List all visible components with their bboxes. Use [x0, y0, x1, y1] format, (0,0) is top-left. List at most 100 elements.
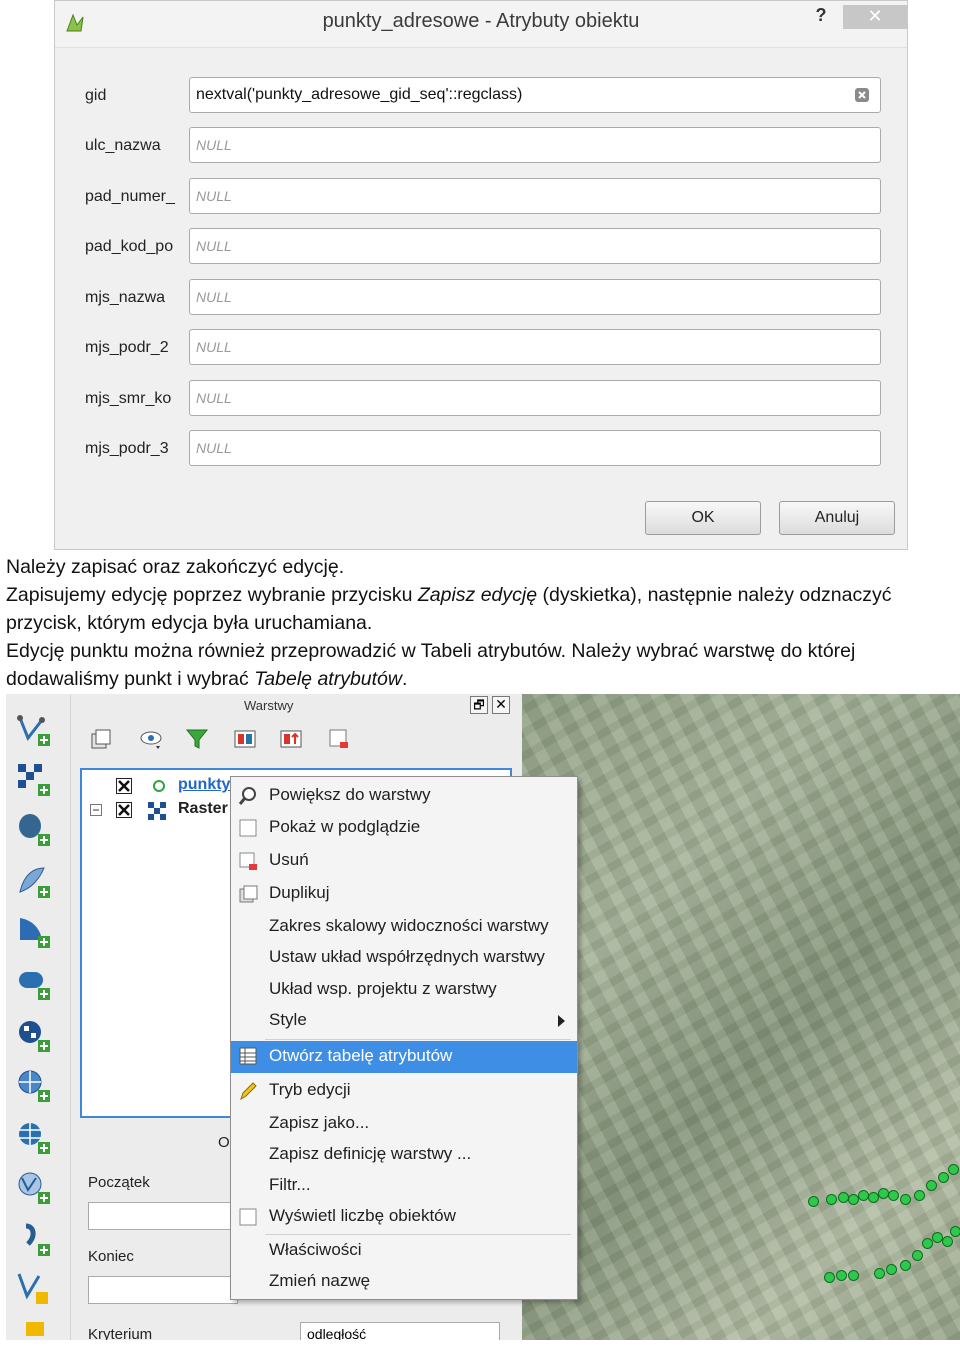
close-button[interactable]: ✕ [843, 5, 907, 29]
map-canvas[interactable] [522, 694, 960, 1340]
menu-separator [265, 1039, 571, 1040]
map-point [874, 1268, 885, 1279]
menu-item-set-layer-crs[interactable]: Ustaw układ współrzędnych warstwy [231, 943, 577, 973]
add-wcs-layer-icon[interactable] [16, 1068, 52, 1104]
new-spatialite-layer-icon[interactable] [16, 1318, 52, 1340]
menu-item-label: Właściwości [269, 1240, 362, 1259]
menu-separator [265, 1234, 571, 1235]
dialog-title: punkty_adresowe - Atrybuty obiektu [322, 10, 640, 32]
map-point [912, 1250, 923, 1261]
menu-item-style[interactable]: Style [231, 1006, 577, 1036]
cancel-button[interactable]: Anuluj [779, 501, 895, 535]
field-label-ulc_nazwa: ulc_nazwa [85, 137, 161, 154]
remove-layer-icon [239, 852, 257, 870]
add-postgis-layer-icon[interactable] [16, 812, 52, 848]
menu-item-label: Duplikuj [269, 883, 330, 902]
criterion-select[interactable]: odległość [300, 1322, 500, 1340]
field-label-pad_kod_po: pad_kod_po [85, 238, 174, 255]
add-delimited-text-layer-icon[interactable] [16, 1170, 52, 1206]
menu-item-save-layer-definition[interactable]: Zapisz definicję warstwy ... [231, 1140, 577, 1170]
map-point [938, 1172, 949, 1183]
add-group-icon[interactable] [88, 726, 114, 752]
manage-visibility-icon[interactable] [138, 726, 164, 752]
field-value-gid: nextval('punkty_adresowe_gid_seq'::regcl… [196, 86, 523, 103]
text-span: . [401, 668, 408, 690]
menu-item-label: Usuń [269, 850, 309, 869]
collapse-all-icon[interactable] [278, 726, 304, 752]
menu-item-properties[interactable]: Właściwości [231, 1236, 577, 1266]
layer-visibility-checkbox[interactable] [116, 802, 132, 818]
new-shapefile-layer-icon[interactable] [16, 1270, 52, 1306]
menu-item-remove[interactable]: Usuń [231, 846, 577, 876]
map-point [948, 1164, 959, 1175]
menu-item-toggle-editing[interactable]: Tryb edycji [231, 1076, 577, 1106]
checkbox-icon [239, 1208, 257, 1226]
field-input-ulc_nazwa[interactable]: NULL [189, 127, 881, 163]
menu-item-label: Powiększ do warstwy [269, 785, 431, 804]
menu-item-filter[interactable]: Filtr... [231, 1171, 577, 1201]
clear-icon[interactable] [854, 87, 870, 103]
expand-all-icon[interactable] [232, 726, 258, 752]
expand-collapse-icon[interactable] [90, 804, 102, 816]
end-input[interactable] [88, 1276, 238, 1304]
zoom-icon [238, 787, 256, 805]
paragraph-line-5: dodawaliśmy punkt i wybrać Tabelę atrybu… [6, 665, 407, 693]
add-raster-layer-icon[interactable] [16, 762, 52, 798]
menu-item-label: Filtr... [269, 1175, 311, 1194]
map-point [848, 1270, 859, 1281]
field-input-mjs_smr_ko[interactable]: NULL [189, 380, 881, 416]
layer-name: punkty [178, 776, 231, 793]
field-input-mjs_podr_3[interactable]: NULL [189, 430, 881, 466]
field-input-gid[interactable]: nextval('punkty_adresowe_gid_seq'::regcl… [189, 77, 881, 113]
map-point [942, 1236, 953, 1247]
add-wms-layer-icon[interactable] [16, 1018, 52, 1054]
text-span: (dyskietka), następnie należy odznaczyć [537, 584, 892, 606]
menu-item-rename[interactable]: Zmień nazwę [231, 1267, 577, 1297]
float-panel-button[interactable]: 🗗 [470, 696, 488, 714]
menu-item-label: Zapisz jako... [269, 1113, 370, 1132]
add-vector-layer-icon[interactable] [16, 712, 52, 748]
text-emphasis: Tabelę atrybutów [254, 668, 402, 690]
map-point [824, 1272, 835, 1283]
layer-visibility-checkbox[interactable] [116, 778, 132, 794]
checkbox-icon [239, 819, 257, 837]
point-layer-icon [153, 780, 165, 792]
close-panel-button[interactable]: ✕ [492, 696, 510, 714]
menu-item-label: Zapisz definicję warstwy ... [269, 1144, 472, 1163]
remove-layer-icon[interactable] [326, 726, 352, 752]
map-point [888, 1190, 899, 1201]
map-point [950, 1226, 960, 1237]
ok-button[interactable]: OK [645, 501, 761, 535]
paragraph-line-2: Zapisujemy edycję poprzez wybranie przyc… [6, 581, 892, 609]
menu-item-save-as[interactable]: Zapisz jako... [231, 1109, 577, 1139]
field-input-pad_kod_po[interactable]: NULL [189, 228, 881, 264]
pencil-icon [240, 1082, 257, 1101]
menu-item-scale-visibility[interactable]: Zakres skalowy widoczności warstwy [231, 912, 577, 942]
field-input-mjs_podr_2[interactable]: NULL [189, 329, 881, 365]
field-input-mjs_nazwa[interactable]: NULL [189, 279, 881, 315]
menu-item-label: Układ wsp. projektu z warstwy [269, 979, 497, 998]
menu-item-open-attribute-table[interactable]: Otwórz tabelę atrybutów [231, 1041, 577, 1073]
map-point [886, 1264, 897, 1275]
map-point [826, 1194, 837, 1205]
map-point [914, 1190, 925, 1201]
map-point [900, 1194, 911, 1205]
menu-item-label: Zmień nazwę [269, 1271, 371, 1290]
filter-legend-icon[interactable] [184, 726, 210, 752]
menu-item-label: Tryb edycji [269, 1080, 351, 1099]
menu-item-duplicate[interactable]: Duplikuj [231, 879, 577, 909]
add-mssql-layer-icon[interactable] [16, 914, 52, 950]
map-point [900, 1260, 911, 1271]
menu-item-project-crs-from-layer[interactable]: Układ wsp. projektu z warstwy [231, 975, 577, 1005]
start-input[interactable] [88, 1202, 238, 1230]
add-wfs-layer-icon[interactable] [16, 1120, 52, 1156]
help-button[interactable]: ? [811, 5, 831, 29]
paragraph-line-1: Należy zapisać oraz zakończyć edycję. [6, 556, 345, 578]
add-comma-layer-icon[interactable] [16, 1222, 52, 1258]
menu-item-show-feature-count[interactable]: Wyświetl liczbę obiektów [231, 1202, 577, 1232]
menu-item-zoom-to-layer[interactable]: Powiększ do warstwy [231, 781, 577, 811]
add-oracle-layer-icon[interactable] [16, 966, 52, 1002]
add-spatialite-layer-icon[interactable] [16, 864, 52, 900]
menu-item-show-in-overview[interactable]: Pokaż w podglądzie [231, 813, 577, 843]
field-input-pad_numer[interactable]: NULL [189, 178, 881, 214]
